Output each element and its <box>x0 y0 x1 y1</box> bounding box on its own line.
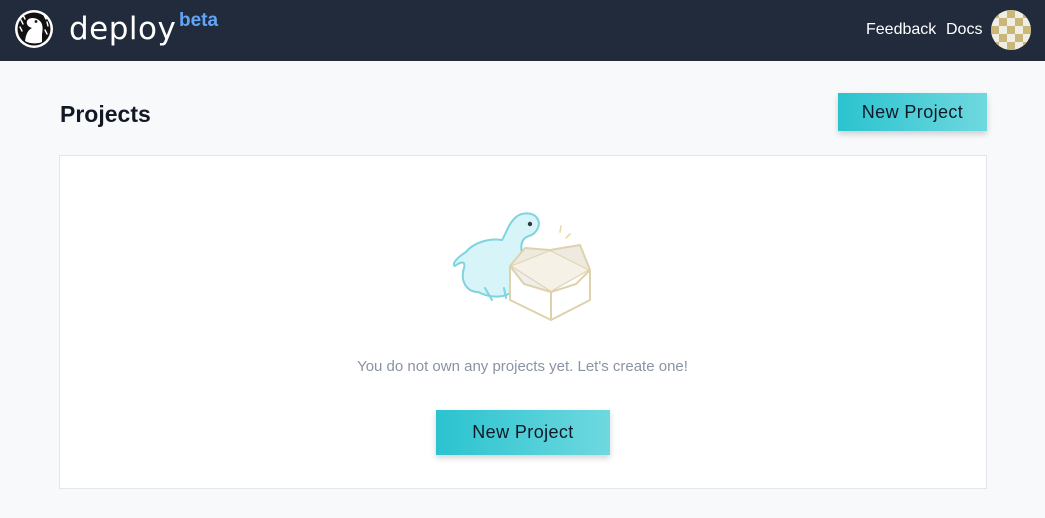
beta-badge: beta <box>179 10 219 31</box>
brand-name[interactable]: deploy <box>69 11 176 47</box>
user-avatar-icon <box>991 10 1031 50</box>
user-avatar[interactable] <box>991 10 1031 50</box>
new-project-button[interactable]: New Project <box>838 93 987 131</box>
dinosaur-with-box-icon <box>452 212 591 321</box>
docs-link[interactable]: Docs <box>946 20 982 40</box>
top-navigation-bar: deploy beta Feedback Docs <box>0 0 1045 61</box>
empty-state-message: You do not own any projects yet. Let's c… <box>357 358 688 375</box>
feedback-link[interactable]: Feedback <box>866 20 936 40</box>
deno-logo-icon[interactable] <box>14 9 54 49</box>
page-title: Projects <box>60 101 151 127</box>
empty-state-new-project-button[interactable]: New Project <box>436 410 610 455</box>
